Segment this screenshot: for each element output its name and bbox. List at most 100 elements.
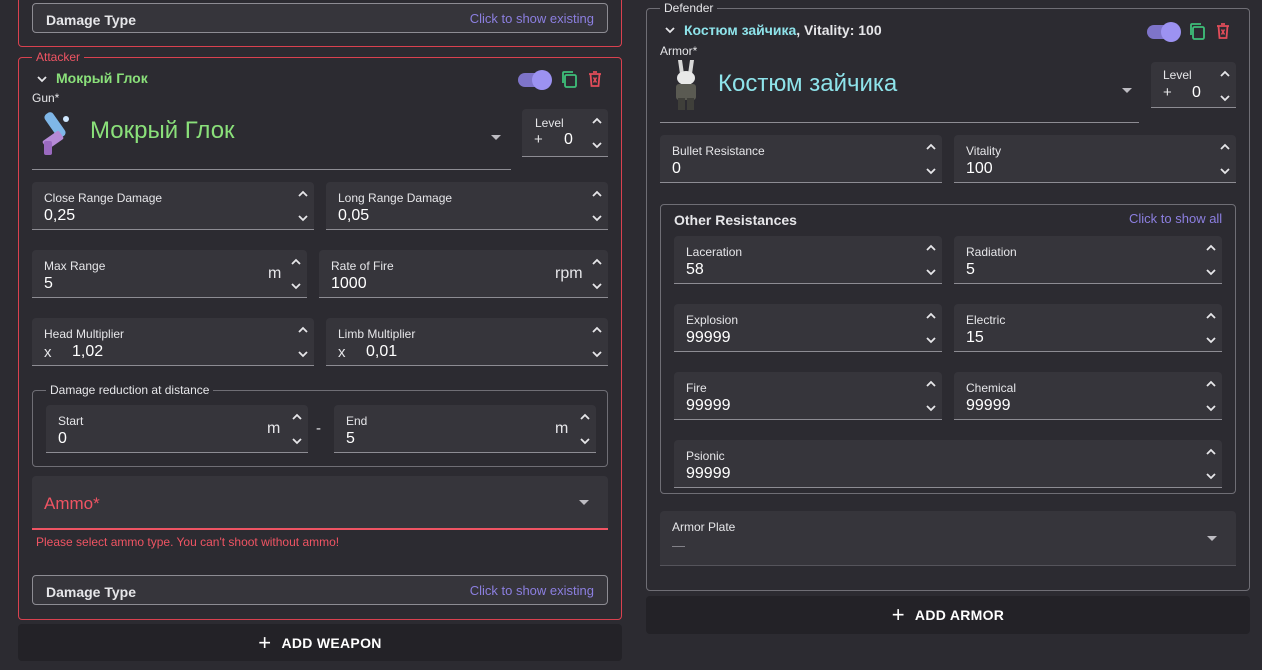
decrement-icon[interactable] (590, 138, 604, 152)
decrement-icon[interactable] (924, 265, 938, 279)
increment-icon[interactable] (590, 187, 604, 201)
increment-icon[interactable] (924, 309, 938, 323)
increment-icon[interactable] (290, 410, 304, 424)
increment-icon[interactable] (1204, 445, 1218, 459)
chevron-down-icon[interactable] (35, 72, 49, 86)
vitality-field[interactable]: Vitality 100 (954, 135, 1236, 183)
dropdown-arrow-icon[interactable] (490, 134, 502, 142)
chemical-field[interactable]: Chemical 99999 (954, 372, 1222, 420)
limb-multiplier-field[interactable]: Limb Multiplier x 0,01 (326, 318, 608, 366)
increment-icon[interactable] (1204, 377, 1218, 391)
show-all-link[interactable]: Click to show all (1129, 211, 1222, 226)
bullet-resistance-stepper[interactable] (924, 138, 938, 180)
increment-icon[interactable] (1218, 140, 1232, 154)
close-range-damage-field[interactable]: Close Range Damage 0,25 (32, 182, 314, 230)
gun-level-field[interactable]: Level + 0 (522, 109, 608, 157)
fire-stepper[interactable] (924, 375, 938, 417)
decrement-icon[interactable] (1204, 265, 1218, 279)
electric-field[interactable]: Electric 15 (954, 304, 1222, 352)
rate-of-fire-stepper[interactable] (590, 253, 604, 295)
decrement-icon[interactable] (1204, 469, 1218, 483)
increment-icon[interactable] (590, 255, 604, 269)
armor-enable-toggle[interactable] (1147, 22, 1181, 42)
decrement-icon[interactable] (1204, 401, 1218, 415)
armor-level-field[interactable]: Level + 0 (1151, 62, 1236, 108)
reduction-end-field[interactable]: End 5 m (334, 405, 596, 453)
explosion-field[interactable]: Explosion 99999 (674, 304, 942, 352)
rate-of-fire-field[interactable]: Rate of Fire 1000 rpm (319, 250, 608, 298)
increment-icon[interactable] (590, 323, 604, 337)
copy-icon[interactable] (1188, 22, 1206, 40)
vitality-stepper[interactable] (1218, 138, 1232, 180)
decrement-icon[interactable] (1218, 91, 1232, 105)
psionic-field[interactable]: Psionic 99999 (674, 440, 1222, 488)
laceration-field[interactable]: Laceration 58 (674, 236, 942, 284)
increment-icon[interactable] (924, 241, 938, 255)
level-stepper[interactable] (590, 112, 604, 154)
add-armor-button[interactable]: + ADD ARMOR (646, 596, 1250, 634)
max-range-field[interactable]: Max Range 5 m (32, 250, 307, 298)
close-range-stepper[interactable] (296, 185, 310, 227)
increment-icon[interactable] (1204, 309, 1218, 323)
decrement-icon[interactable] (578, 434, 592, 448)
gun-select[interactable]: Мокрый Глок (32, 103, 511, 170)
ammo-select[interactable]: Ammo* (32, 476, 608, 530)
decrement-icon[interactable] (590, 211, 604, 225)
dropdown-arrow-icon[interactable] (1121, 87, 1133, 95)
long-range-damage-field[interactable]: Long Range Damage 0,05 (326, 182, 608, 230)
increment-icon[interactable] (578, 410, 592, 424)
limb-multiplier-stepper[interactable] (590, 321, 604, 363)
reduction-start-field[interactable]: Start 0 m (46, 405, 308, 453)
start-stepper[interactable] (290, 408, 304, 450)
decrement-icon[interactable] (296, 347, 310, 361)
show-existing-link[interactable]: Click to show existing (470, 11, 594, 26)
decrement-icon[interactable] (1218, 164, 1232, 178)
delete-icon[interactable] (1215, 22, 1231, 40)
decrement-icon[interactable] (924, 333, 938, 347)
dropdown-arrow-icon[interactable] (578, 499, 590, 507)
increment-icon[interactable] (289, 255, 303, 269)
electric-stepper[interactable] (1204, 307, 1218, 349)
weapon-enable-toggle[interactable] (518, 70, 552, 90)
fire-field[interactable]: Fire 99999 (674, 372, 942, 420)
increment-icon[interactable] (296, 187, 310, 201)
attacker-damage-type-field[interactable]: Damage Type Click to show existing (32, 575, 608, 605)
radiation-stepper[interactable] (1204, 239, 1218, 281)
decrement-icon[interactable] (924, 401, 938, 415)
bullet-resistance-field[interactable]: Bullet Resistance 0 (660, 135, 942, 183)
increment-icon[interactable] (296, 323, 310, 337)
decrement-icon[interactable] (290, 434, 304, 448)
add-weapon-button[interactable]: + ADD WEAPON (18, 624, 622, 661)
head-multiplier-field[interactable]: Head Multiplier x 1,02 (32, 318, 314, 366)
decrement-icon[interactable] (296, 211, 310, 225)
end-stepper[interactable] (578, 408, 592, 450)
head-multiplier-stepper[interactable] (296, 321, 310, 363)
laceration-stepper[interactable] (924, 239, 938, 281)
vitality-value: 100 (966, 160, 993, 177)
top-damage-type-field[interactable]: Damage Type Click to show existing (32, 3, 608, 33)
increment-icon[interactable] (590, 114, 604, 128)
chevron-down-icon[interactable] (663, 23, 677, 37)
copy-icon[interactable] (560, 70, 578, 88)
decrement-icon[interactable] (590, 279, 604, 293)
max-range-stepper[interactable] (289, 253, 303, 295)
armor-plate-select[interactable]: Armor Plate — (660, 511, 1236, 566)
long-range-stepper[interactable] (590, 185, 604, 227)
show-existing-link[interactable]: Click to show existing (470, 583, 594, 598)
explosion-stepper[interactable] (924, 307, 938, 349)
chemical-stepper[interactable] (1204, 375, 1218, 417)
dropdown-arrow-icon[interactable] (1206, 535, 1218, 543)
radiation-field[interactable]: Radiation 5 (954, 236, 1222, 284)
increment-icon[interactable] (1218, 67, 1232, 81)
decrement-icon[interactable] (1204, 333, 1218, 347)
increment-icon[interactable] (924, 140, 938, 154)
decrement-icon[interactable] (289, 279, 303, 293)
psionic-stepper[interactable] (1204, 443, 1218, 485)
delete-icon[interactable] (587, 70, 603, 88)
increment-icon[interactable] (924, 377, 938, 391)
armor-select[interactable]: Костюм зайчика (660, 56, 1139, 123)
level-stepper[interactable] (1218, 65, 1232, 107)
decrement-icon[interactable] (590, 347, 604, 361)
decrement-icon[interactable] (924, 164, 938, 178)
increment-icon[interactable] (1204, 241, 1218, 255)
